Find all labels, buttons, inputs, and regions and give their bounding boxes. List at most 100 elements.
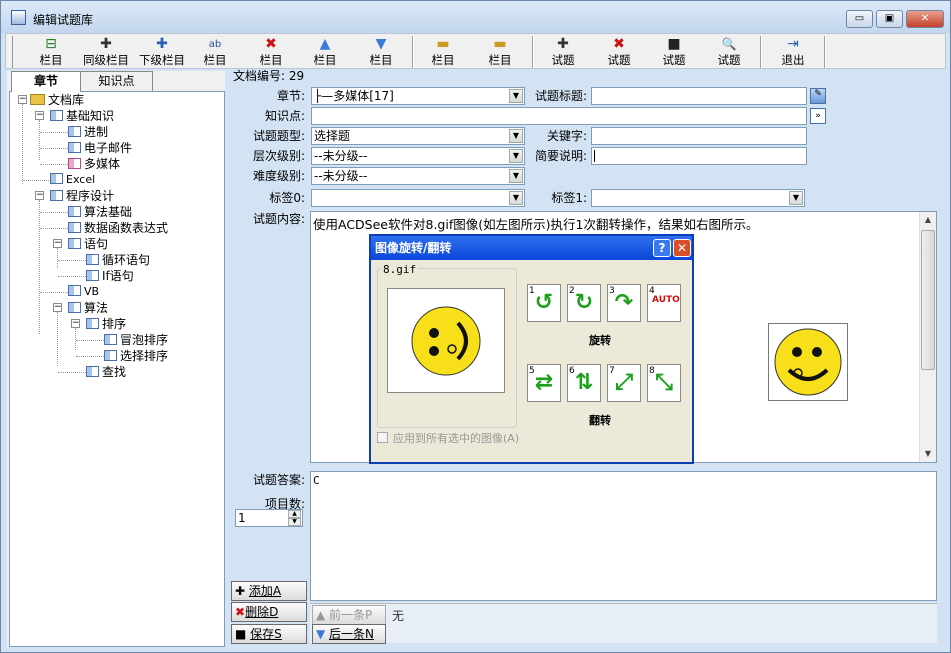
knowledge-input[interactable] — [311, 107, 807, 125]
toolbar-button-delete-column[interactable]: ✖ 栏目 — [254, 36, 288, 70]
toolbar-button-move-down-column[interactable]: ▼ 栏目 — [364, 36, 398, 70]
chapter-select[interactable]: ├—多媒体[17] ▼ — [311, 87, 525, 105]
tree-collapse-toggle[interactable]: − — [71, 319, 80, 328]
toolbar-button-save-question[interactable]: ■ 试题 — [657, 36, 691, 70]
title-input[interactable] — [591, 87, 807, 105]
node-icon — [86, 318, 99, 329]
tree-line — [40, 164, 68, 165]
toolbar-button-column-edit[interactable]: ⊟ 栏目 — [31, 36, 71, 70]
tree-node-numbers[interactable]: 进制 — [68, 124, 108, 140]
toolbar-separator — [412, 36, 414, 68]
tree-node-statements[interactable]: 语句 — [68, 236, 108, 252]
difficulty-select[interactable]: --未分级-- ▼ — [311, 167, 525, 185]
flip-label: 翻转 — [589, 414, 611, 427]
button-number: 6 — [569, 366, 575, 376]
item-count-spinner[interactable]: 1 ▲ ▼ — [235, 509, 303, 527]
answer-label: 试题答案: — [252, 473, 305, 487]
arrow-up-icon: ▲ — [319, 36, 331, 52]
tree-node-sorting[interactable]: 排序 — [86, 316, 126, 332]
scroll-thumb[interactable] — [921, 230, 935, 370]
exit-icon: ⇥ — [787, 36, 799, 52]
delete-button[interactable]: ✖删除D — [231, 602, 307, 622]
toolbar-button-add-sibling-column[interactable]: ✚ 同级栏目 — [78, 36, 134, 70]
prev-record-button[interactable]: ▲ 前一条P — [312, 605, 386, 625]
toolbar-button-move-up-column[interactable]: ▲ 栏目 — [308, 36, 342, 70]
tree-node-basics[interactable]: 基础知识 — [50, 108, 114, 124]
node-icon — [104, 350, 117, 361]
tree-node-email[interactable]: 电子邮件 — [68, 140, 132, 156]
tree-node-bubble-sort[interactable]: 冒泡排序 — [104, 332, 168, 348]
embedded-dialog-image: 图像旋转/翻转 ? ✕ 8.gif ↺ ↻ ↷ AUTO 1 2 3 4 旋转 … — [369, 234, 694, 464]
tag1-label: 标签1: — [551, 191, 587, 205]
toolbar-button-delete-question[interactable]: ✖ 试题 — [602, 36, 636, 70]
tree-collapse-toggle[interactable]: − — [35, 191, 44, 200]
tree-node-vb[interactable]: VB — [68, 284, 99, 300]
question-type-select[interactable]: 选择题 ▼ — [311, 127, 525, 145]
tag1-select[interactable]: ▼ — [591, 189, 805, 207]
spinner-down-icon[interactable]: ▼ — [288, 518, 301, 526]
title-picker-icon[interactable]: ✎ — [810, 88, 826, 104]
toolbar-grip[interactable] — [9, 36, 13, 68]
tree-collapse-toggle[interactable]: − — [53, 303, 62, 312]
toolbar-button-expand-column[interactable]: ▬ 栏目 — [483, 36, 517, 70]
tree-node-expressions[interactable]: 数据函数表达式 — [68, 220, 168, 236]
tree-node-search[interactable]: 查找 — [86, 364, 126, 380]
tree-node-algorithm-basics[interactable]: 算法基础 — [68, 204, 132, 220]
scroll-down-icon[interactable]: ▼ — [920, 446, 936, 462]
tree-line — [58, 260, 86, 261]
toolbar-button-collapse-column[interactable]: ▬ 栏目 — [426, 36, 460, 70]
question-content-editor[interactable]: 使用ACDSee软件对8.gif图像(如左图所示)执行1次翻转操作，结果如右图所… — [310, 211, 937, 464]
doc-number-value: 29 — [288, 69, 305, 83]
tag0-select[interactable]: ▼ — [311, 189, 525, 207]
button-number: 4 — [649, 286, 655, 296]
tree-collapse-toggle[interactable]: − — [35, 111, 44, 120]
keyword-input[interactable] — [591, 127, 807, 145]
tree-node-root[interactable]: 文档库 — [30, 92, 84, 108]
tree-collapse-toggle[interactable]: − — [53, 239, 62, 248]
chapter-tree: − 文档库 − 基础知识 进制 电子邮件 多媒体 Excel − 程序设计 算法… — [9, 91, 225, 647]
toolbar-button-exit[interactable]: ⇥ 退出 — [776, 36, 810, 70]
level-select[interactable]: --未分级-- ▼ — [311, 147, 525, 165]
toolbar-button-add-question[interactable]: ✚ 试题 — [546, 36, 580, 70]
button-number: 8 — [649, 366, 655, 376]
dropdown-arrow-icon: ▼ — [509, 191, 523, 205]
button-number: 5 — [529, 366, 535, 376]
tree-node-if[interactable]: If语句 — [86, 268, 134, 284]
tree-collapse-toggle[interactable]: − — [18, 95, 27, 104]
tree-node-selection-sort[interactable]: 选择排序 — [104, 348, 168, 364]
maximize-button[interactable]: ▣ — [876, 10, 903, 28]
tree-node-algorithms[interactable]: 算法 — [68, 300, 108, 316]
scroll-up-icon[interactable]: ▲ — [920, 212, 936, 228]
tree-node-multimedia[interactable]: 多媒体 — [68, 156, 120, 172]
tab-chapter[interactable]: 章节 — [11, 71, 81, 92]
delete-icon: ✖ — [613, 36, 625, 52]
record-status: 无 — [392, 609, 405, 623]
toolbar-button-preview-question[interactable]: 🔍 试题 — [712, 36, 746, 70]
answer-editor[interactable]: C — [310, 471, 937, 601]
spinner-up-icon[interactable]: ▲ — [288, 510, 301, 518]
minimize-button[interactable]: ▭ — [846, 10, 873, 28]
main-window: 编辑试题库 ▭ ▣ ✕ ⊟ 栏目 ✚ 同级栏目 ✚ 下级栏目 ab 栏目 ✖ 栏目 ▲ 栏目… — [0, 0, 951, 653]
node-icon — [68, 206, 81, 217]
rotate-label: 旋转 — [589, 334, 611, 347]
level-label: 层次级别: — [252, 149, 305, 163]
knowledge-expand-icon[interactable]: » — [810, 108, 826, 124]
tree-node-programming[interactable]: 程序设计 — [50, 188, 114, 204]
tab-knowledge[interactable]: 知识点 — [80, 71, 153, 91]
tree-node-excel[interactable]: Excel — [50, 172, 95, 188]
node-icon — [68, 222, 81, 233]
toolbar-button-rename-column[interactable]: ab 栏目 — [198, 36, 232, 70]
brief-input[interactable] — [591, 147, 807, 165]
tree-node-loop[interactable]: 循环语句 — [86, 252, 150, 268]
node-icon — [68, 126, 81, 137]
file-name: 8.gif — [381, 263, 419, 276]
dropdown-arrow-icon: ▼ — [789, 191, 803, 205]
smiley-rotated-icon — [411, 306, 481, 376]
next-record-button[interactable]: ▼ 后一条N — [312, 624, 386, 644]
close-button[interactable]: ✕ — [906, 10, 944, 28]
add-button[interactable]: ✚ 添加A — [231, 581, 307, 601]
node-icon — [104, 334, 117, 345]
toolbar-button-add-child-column[interactable]: ✚ 下级栏目 — [134, 36, 190, 70]
content-scrollbar[interactable]: ▲ ▼ — [919, 212, 936, 462]
save-button[interactable]: ■ 保存S — [231, 624, 307, 644]
